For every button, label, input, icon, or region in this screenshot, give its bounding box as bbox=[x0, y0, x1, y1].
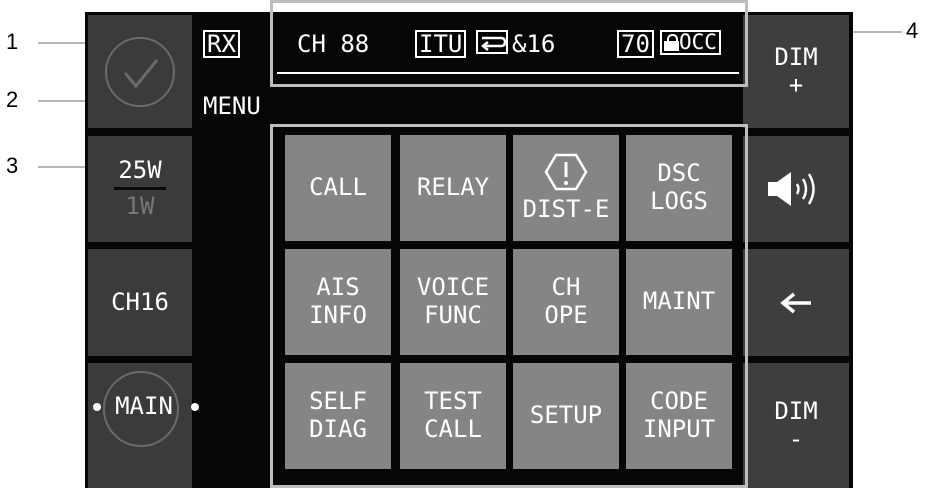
menu-button-label: DIAG bbox=[309, 415, 367, 443]
lock-occ-indicator: OCC bbox=[660, 30, 721, 55]
main-label: MAIN bbox=[115, 392, 173, 420]
itu-indicator: ITU bbox=[415, 30, 467, 58]
status-bar-divider bbox=[277, 72, 739, 74]
menu-button-label: FUNC bbox=[424, 301, 482, 329]
callout-4: 4 bbox=[906, 18, 919, 43]
menu-button-label: AIS bbox=[316, 273, 360, 302]
menu-button-label: CALL bbox=[424, 415, 482, 443]
menu-button-label: SETUP bbox=[529, 401, 603, 430]
dim-plus-label: DIM bbox=[774, 42, 818, 71]
dim-minus-button[interactable]: DIM - bbox=[743, 363, 849, 488]
menu-button-label: INFO bbox=[309, 301, 367, 329]
dim-minus-label: DIM bbox=[774, 396, 818, 425]
volume-button[interactable] bbox=[743, 136, 849, 242]
menu-button-label: DSC bbox=[657, 159, 701, 188]
menu-button-test-call[interactable]: TEST CALL bbox=[400, 363, 506, 469]
distress-warning-icon bbox=[544, 153, 588, 191]
occ-label: OCC bbox=[679, 30, 717, 54]
main-dot-right bbox=[191, 403, 199, 411]
menu-label: MENU bbox=[203, 92, 261, 120]
ch16-button[interactable]: CH16 bbox=[88, 249, 192, 356]
speaker-icon bbox=[768, 172, 815, 206]
power-button[interactable]: 25W 1W bbox=[88, 136, 192, 242]
menu-button-self-diag[interactable]: SELF DIAG bbox=[285, 363, 391, 469]
menu-button-ais-info[interactable]: AIS INFO bbox=[285, 249, 391, 355]
menu-button-label: TEST bbox=[424, 387, 482, 416]
main-dot-left bbox=[93, 403, 101, 411]
callout-2: 2 bbox=[6, 87, 19, 112]
dim-plus-sign: + bbox=[788, 70, 804, 99]
dual-watch-icon bbox=[480, 36, 507, 51]
dim-plus-button[interactable]: DIM + bbox=[743, 15, 849, 128]
callout-1: 1 bbox=[6, 29, 19, 54]
power-low-label: 1W bbox=[125, 192, 155, 220]
lock-icon bbox=[664, 34, 679, 51]
dual-watch-indicator bbox=[476, 30, 508, 54]
menu-button-dsc-logs[interactable]: DSC LOGS bbox=[626, 135, 732, 241]
menu-button-maint[interactable]: MAINT bbox=[626, 249, 732, 355]
menu-button-voice-func[interactable]: VOICE FUNC bbox=[400, 249, 506, 355]
menu-button-label: LOGS bbox=[650, 187, 708, 215]
menu-button-code-input[interactable]: CODE INPUT bbox=[626, 363, 732, 469]
radio-display: 25W 1W CH16 MAIN RX CH 88 ITU &16 70 OCC… bbox=[85, 12, 853, 488]
back-button[interactable] bbox=[743, 249, 849, 356]
menu-button-relay[interactable]: RELAY bbox=[400, 135, 506, 241]
number-indicator: 70 bbox=[617, 30, 654, 58]
menu-button-call[interactable]: CALL bbox=[285, 135, 391, 241]
menu-button-label: SELF bbox=[309, 387, 367, 416]
rx-indicator: RX bbox=[203, 30, 240, 58]
menu-button-label: CODE bbox=[650, 387, 708, 416]
check-icon bbox=[105, 36, 175, 107]
confirm-button[interactable] bbox=[88, 15, 192, 128]
menu-button-label: RELAY bbox=[416, 173, 490, 202]
callout-3: 3 bbox=[6, 153, 19, 178]
menu-button-label: CALL bbox=[309, 173, 367, 202]
menu-button-label: INPUT bbox=[642, 415, 716, 443]
main-button[interactable]: MAIN bbox=[88, 363, 199, 488]
menu-button-ch-ope[interactable]: CH OPE bbox=[513, 249, 619, 355]
menu-button-dist-e[interactable]: DIST-E bbox=[513, 135, 619, 241]
menu-button-label: OPE bbox=[544, 301, 588, 329]
dim-minus-sign: - bbox=[788, 424, 804, 453]
ch16-label: CH16 bbox=[111, 287, 169, 316]
dual-watch-channel: &16 bbox=[512, 30, 556, 58]
channel-readout: CH 88 bbox=[297, 30, 370, 58]
menu-button-label: DIST-E bbox=[522, 195, 610, 224]
menu-button-label: CH bbox=[551, 273, 581, 302]
menu-button-setup[interactable]: SETUP bbox=[513, 363, 619, 469]
power-high-label: 25W bbox=[114, 157, 166, 190]
menu-button-label: VOICE bbox=[416, 273, 490, 302]
menu-button-label: MAINT bbox=[642, 287, 716, 316]
back-arrow-icon bbox=[780, 292, 811, 313]
